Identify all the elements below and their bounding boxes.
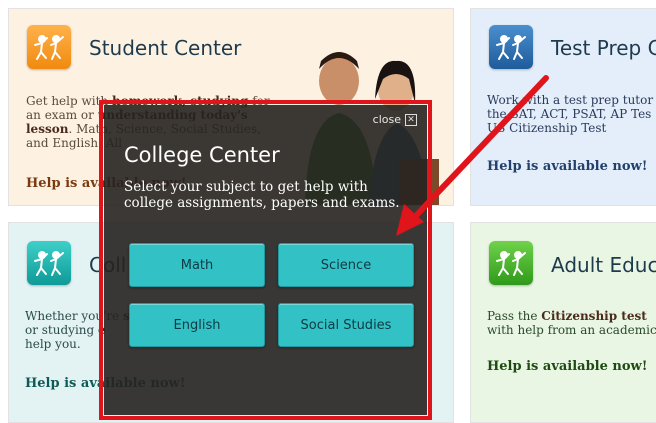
adult-education-help-link[interactable]: Help is available now!: [487, 359, 647, 374]
adult-education-title[interactable]: Adult Educ: [551, 253, 656, 277]
adult-education-card[interactable]: Adult Educ Pass the Citizenship test wit…: [470, 222, 656, 423]
adult-education-description: Pass the Citizenship test with help from…: [487, 309, 656, 337]
college-center-logo-icon: [27, 241, 71, 285]
test-prep-logo-icon: [489, 25, 533, 69]
test-prep-title[interactable]: Test Prep C: [551, 36, 656, 60]
student-center-logo-icon: [27, 25, 71, 69]
test-prep-description: Work with a test prep tutor the SAT, ACT…: [487, 93, 654, 135]
adult-education-logo-icon: [489, 241, 533, 285]
test-prep-card[interactable]: Test Prep C Work with a test prep tutor …: [470, 8, 656, 206]
highlight-frame: [99, 100, 432, 420]
test-prep-help-link[interactable]: Help is available now!: [487, 159, 647, 174]
student-center-title[interactable]: Student Center: [89, 36, 241, 60]
